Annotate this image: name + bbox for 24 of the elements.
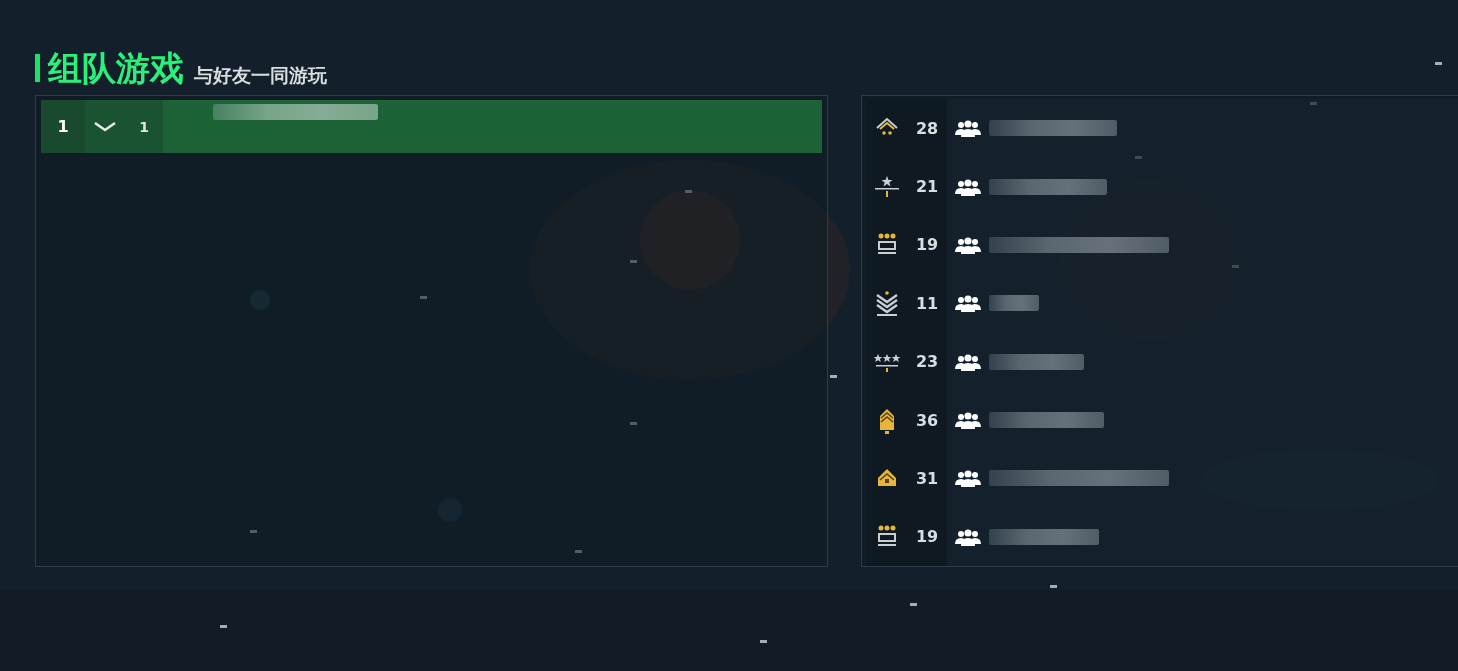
rank-number: 21 [907,157,947,216]
rank-number: 23 [907,332,947,391]
rank-number: 19 [907,215,947,275]
group-icon [955,352,981,371]
group-icon [955,527,981,546]
rank-number: 11 [907,274,947,333]
group-icon [955,469,981,488]
rank-number: 36 [907,390,947,450]
group-icon [955,177,981,196]
member-count: 1 [125,100,163,153]
page-subtitle: 与好友一同游玩 [194,63,327,88]
group-icon [955,294,981,313]
position-number: 1 [41,100,85,153]
group-icon [955,235,981,254]
party-row[interactable]: 1 1 [41,100,822,153]
title-accent-bar [35,54,40,82]
rank-number: 28 [907,99,947,158]
group-icon [955,411,981,430]
rank-number: 31 [907,449,947,508]
group-icon [955,119,981,138]
chevron-down-icon[interactable] [85,100,125,153]
page-title: 组队游戏 [48,47,184,90]
rank-number: 19 [907,507,947,566]
redacted-name [989,295,1039,312]
